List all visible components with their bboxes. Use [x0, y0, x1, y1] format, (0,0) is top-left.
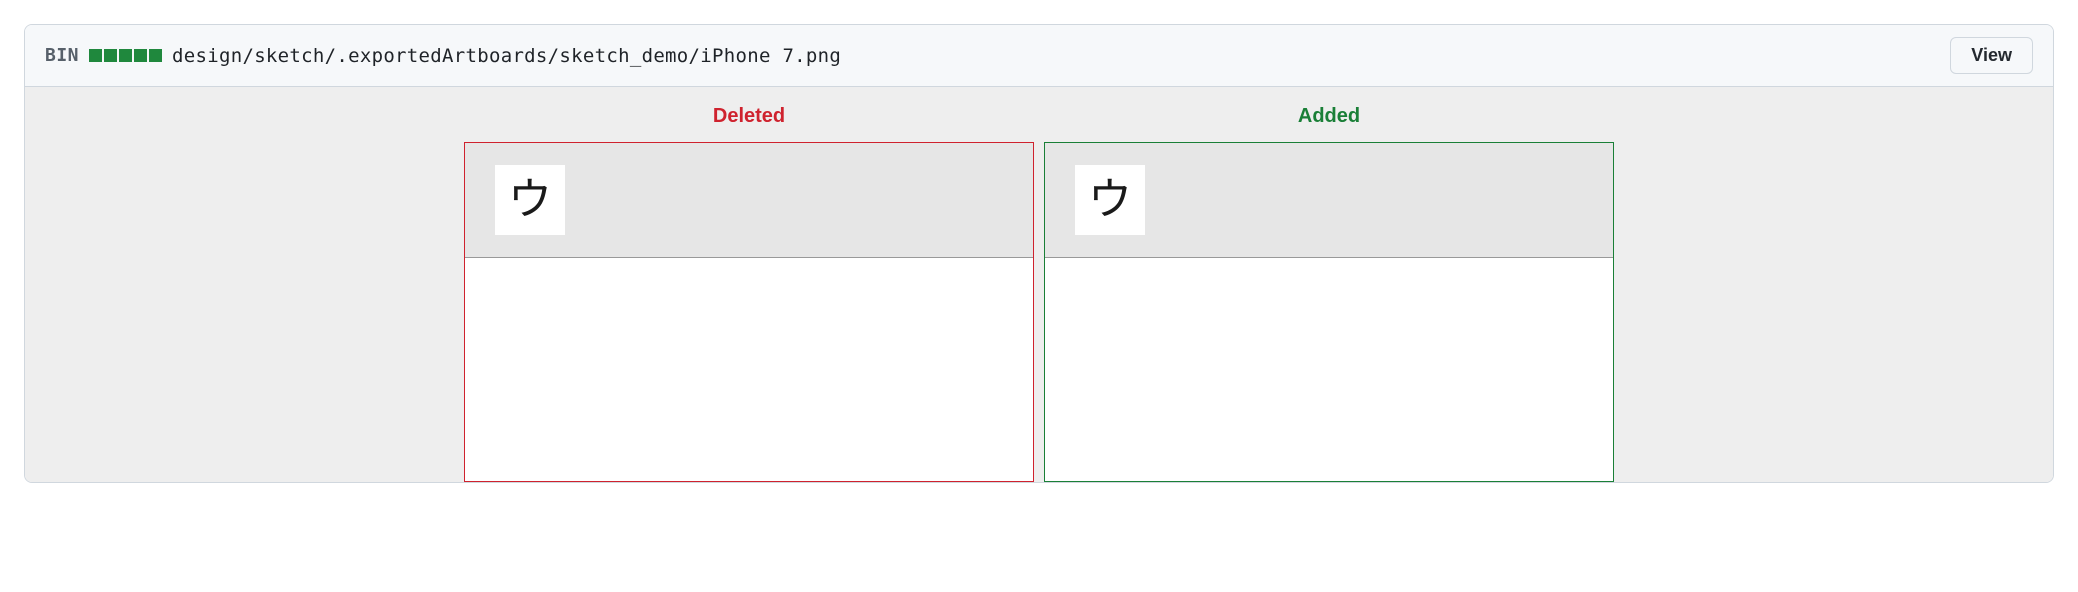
- diffstat-block-added: [149, 49, 162, 62]
- view-button[interactable]: View: [1950, 37, 2033, 74]
- deleted-panel[interactable]: ウ: [464, 142, 1034, 482]
- file-diff-container: BIN design/sketch/.exportedArtboards/ske…: [24, 24, 2054, 483]
- diffstat-block-added: [104, 49, 117, 62]
- diffstat-block-added: [119, 49, 132, 62]
- diff-labels-row: Deleted Added: [464, 105, 1614, 142]
- diff-panels-row: ウ ウ: [464, 142, 1614, 482]
- added-label: Added: [1044, 105, 1614, 142]
- preview-topbar-added: ウ: [1045, 143, 1613, 258]
- diff-body: Deleted Added ウ ウ: [25, 87, 2053, 482]
- diffstat-blocks: [89, 49, 162, 62]
- file-path[interactable]: design/sketch/.exportedArtboards/sketch_…: [172, 45, 841, 67]
- preview-topbar-deleted: ウ: [465, 143, 1033, 258]
- deleted-label: Deleted: [464, 105, 1034, 142]
- preview-glyph-icon: ウ: [1075, 165, 1145, 235]
- added-panel[interactable]: ウ: [1044, 142, 1614, 482]
- file-header: BIN design/sketch/.exportedArtboards/ske…: [25, 25, 2053, 87]
- file-info: BIN design/sketch/.exportedArtboards/ske…: [45, 45, 841, 67]
- bin-label: BIN: [45, 45, 79, 66]
- diffstat-block-added: [89, 49, 102, 62]
- diffstat-block-added: [134, 49, 147, 62]
- preview-glyph-icon: ウ: [495, 165, 565, 235]
